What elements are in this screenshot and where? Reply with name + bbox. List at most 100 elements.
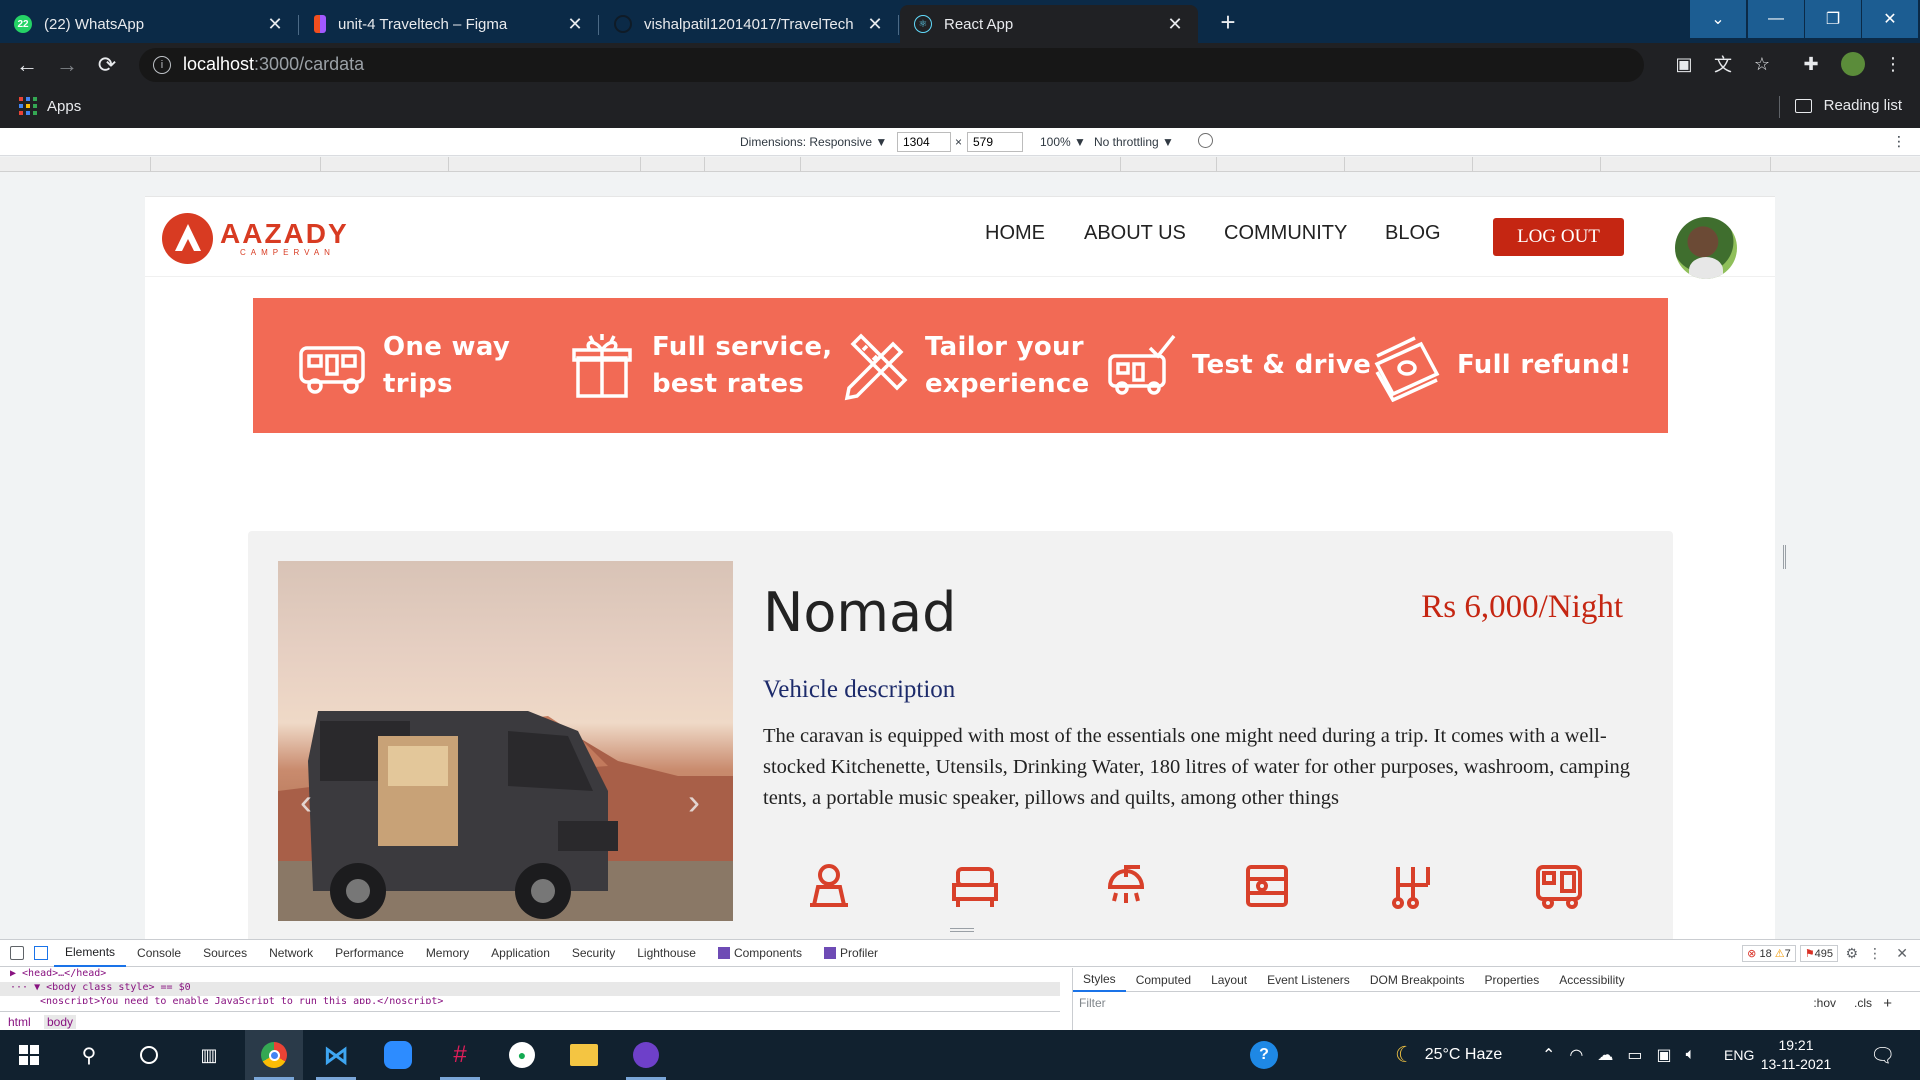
restore-button[interactable]: ❐ bbox=[1805, 0, 1861, 38]
tab-console[interactable]: Console bbox=[126, 940, 192, 967]
carousel-next-icon[interactable]: › bbox=[688, 781, 700, 823]
tab-profiler[interactable]: Profiler bbox=[813, 940, 889, 967]
more-options-icon[interactable]: ⋮ bbox=[1892, 133, 1906, 150]
tab-search-button[interactable]: ⌄ bbox=[1690, 0, 1746, 38]
device-height-input[interactable] bbox=[967, 132, 1023, 152]
volume-icon[interactable]: 🔈︎ bbox=[1686, 1046, 1696, 1064]
close-window-button[interactable]: ✕ bbox=[1862, 0, 1918, 38]
help-icon[interactable]: ? bbox=[1250, 1030, 1278, 1080]
start-windows-icon[interactable] bbox=[0, 1030, 58, 1080]
slack-taskbar-icon[interactable]: # bbox=[431, 1030, 489, 1080]
tab-sources[interactable]: Sources bbox=[192, 940, 258, 967]
tab-styles[interactable]: Styles bbox=[1073, 968, 1126, 992]
nav-blog[interactable]: BLOG bbox=[1385, 222, 1441, 245]
tab-react-app[interactable]: ⚛ React App ✕ bbox=[898, 5, 1198, 43]
filter-input[interactable]: Filter bbox=[1079, 996, 1106, 1010]
tab-dom-breakpoints[interactable]: DOM Breakpoints bbox=[1360, 968, 1475, 992]
nav-community[interactable]: COMMUNITY bbox=[1224, 222, 1347, 245]
close-icon[interactable]: ✕ bbox=[1166, 14, 1184, 35]
close-icon[interactable]: ✕ bbox=[566, 14, 584, 35]
bookmark-star-icon[interactable]: ☆ bbox=[1745, 47, 1779, 81]
search-icon[interactable]: ⚲ bbox=[60, 1030, 118, 1080]
site-logo[interactable]: AAZADY CAMPERVAN bbox=[162, 213, 349, 264]
add-rule-icon[interactable]: + bbox=[1883, 995, 1892, 1012]
more-options-icon[interactable]: ⋮ bbox=[1868, 945, 1882, 962]
device-width-input[interactable] bbox=[897, 132, 951, 152]
dom-line[interactable]: <noscript>You need to enable JavaScript … bbox=[0, 996, 1060, 1004]
mongodb-compass-taskbar-icon[interactable]: ● bbox=[493, 1030, 551, 1080]
devtools-drag-handle[interactable] bbox=[950, 928, 974, 932]
reading-list-button[interactable]: Reading list bbox=[1794, 97, 1902, 114]
vscode-taskbar-icon[interactable]: ⋈ bbox=[307, 1030, 365, 1080]
styles-filter[interactable]: Filter :hov .cls + bbox=[1073, 992, 1920, 1014]
blocked-popup-icon[interactable]: ▣ bbox=[1667, 47, 1701, 81]
tab-properties[interactable]: Properties bbox=[1475, 968, 1550, 992]
viewport-resize-handle[interactable] bbox=[1783, 545, 1786, 569]
menu-kebab-icon[interactable]: ⋮ bbox=[1876, 47, 1910, 81]
avatar[interactable] bbox=[1675, 217, 1737, 279]
tab-memory[interactable]: Memory bbox=[415, 940, 480, 967]
tab-event-listeners[interactable]: Event Listeners bbox=[1257, 968, 1360, 992]
tab-whatsapp[interactable]: 22 (22) WhatsApp ✕ bbox=[0, 5, 298, 43]
tab-lighthouse[interactable]: Lighthouse bbox=[626, 940, 707, 967]
dom-line[interactable]: ··· ▼ <body class style> == $0 bbox=[0, 982, 1060, 996]
tab-computed[interactable]: Computed bbox=[1126, 968, 1201, 992]
dom-line[interactable]: ▶ <head>…</head> bbox=[0, 968, 1060, 982]
device-toggle-icon[interactable] bbox=[34, 946, 48, 960]
clock[interactable]: 19:21 13-11-2021 bbox=[1755, 1036, 1837, 1074]
tab-components[interactable]: Components bbox=[707, 940, 813, 967]
chrome-taskbar-icon[interactable] bbox=[245, 1030, 303, 1080]
inspect-element-icon[interactable] bbox=[10, 946, 24, 960]
rotate-icon[interactable] bbox=[1198, 133, 1213, 148]
notifications-icon[interactable]: 🗨︎ bbox=[1870, 1030, 1895, 1080]
console-counts-badge[interactable]: ⊗ 18 ⚠7 bbox=[1742, 945, 1796, 962]
reload-button[interactable]: ⟳ bbox=[87, 48, 127, 82]
vehicle-photo-carousel[interactable]: ‹ › bbox=[278, 561, 733, 921]
cortana-icon[interactable] bbox=[120, 1030, 178, 1080]
tab-application[interactable]: Application bbox=[480, 940, 561, 967]
new-tab-button[interactable]: + bbox=[1210, 4, 1246, 40]
logout-button[interactable]: LOG OUT bbox=[1493, 218, 1624, 256]
translate-icon[interactable]: 文 bbox=[1706, 47, 1740, 81]
settings-gear-icon[interactable]: ⚙ bbox=[1845, 945, 1858, 962]
back-button[interactable]: ← bbox=[7, 48, 47, 82]
apps-shortcut[interactable]: Apps bbox=[19, 97, 81, 115]
zoom-taskbar-icon[interactable] bbox=[369, 1030, 427, 1080]
display-icon[interactable]: ▣ bbox=[1657, 1045, 1672, 1065]
dimensions-select[interactable]: Dimensions: Responsive ▼ bbox=[740, 135, 887, 149]
profile-avatar-icon[interactable] bbox=[1836, 47, 1870, 81]
hov-toggle[interactable]: :hov bbox=[1813, 996, 1836, 1010]
tab-github[interactable]: vishalpatil12014017/TravelTech ✕ bbox=[598, 5, 898, 43]
language-indicator[interactable]: ENG bbox=[1724, 1030, 1754, 1080]
chevron-up-icon[interactable]: ⌃ bbox=[1542, 1045, 1555, 1065]
weather-widget[interactable]: ☾ 25°C Haze bbox=[1395, 1030, 1502, 1080]
minimize-button[interactable]: — bbox=[1748, 0, 1804, 38]
nav-home[interactable]: HOME bbox=[985, 222, 1045, 245]
battery-icon[interactable]: ▭ bbox=[1627, 1045, 1642, 1065]
close-devtools-icon[interactable]: ✕ bbox=[1896, 945, 1908, 962]
cls-toggle[interactable]: .cls bbox=[1854, 996, 1872, 1010]
onedrive-icon[interactable]: ☁ bbox=[1597, 1045, 1613, 1065]
issues-badge[interactable]: ⚑495 bbox=[1799, 945, 1838, 962]
carousel-prev-icon[interactable]: ‹ bbox=[300, 781, 312, 823]
tab-layout[interactable]: Layout bbox=[1201, 968, 1257, 992]
tab-elements[interactable]: Elements bbox=[54, 940, 127, 967]
close-icon[interactable]: ✕ bbox=[266, 14, 284, 35]
crumb-body[interactable]: body bbox=[44, 1015, 77, 1029]
extensions-icon[interactable]: ✚ bbox=[1794, 47, 1828, 81]
task-view-icon[interactable]: ▥ bbox=[180, 1030, 238, 1080]
tab-performance[interactable]: Performance bbox=[324, 940, 415, 967]
close-icon[interactable]: ✕ bbox=[866, 14, 884, 35]
tab-figma[interactable]: unit-4 Traveltech – Figma ✕ bbox=[298, 5, 598, 43]
throttling-select[interactable]: No throttling ▼ bbox=[1094, 135, 1174, 149]
zoom-select[interactable]: 100% ▼ bbox=[1040, 135, 1086, 149]
site-info-icon[interactable]: i bbox=[153, 55, 171, 74]
address-bar[interactable]: i localhost:3000/cardata bbox=[139, 47, 1644, 82]
wifi-icon[interactable]: ◠ bbox=[1569, 1045, 1583, 1065]
tab-accessibility[interactable]: Accessibility bbox=[1549, 968, 1634, 992]
forward-button[interactable]: → bbox=[47, 48, 87, 82]
tab-network[interactable]: Network bbox=[258, 940, 324, 967]
nav-about-us[interactable]: ABOUT US bbox=[1084, 222, 1186, 245]
github-desktop-taskbar-icon[interactable] bbox=[617, 1030, 675, 1080]
tab-security[interactable]: Security bbox=[561, 940, 626, 967]
